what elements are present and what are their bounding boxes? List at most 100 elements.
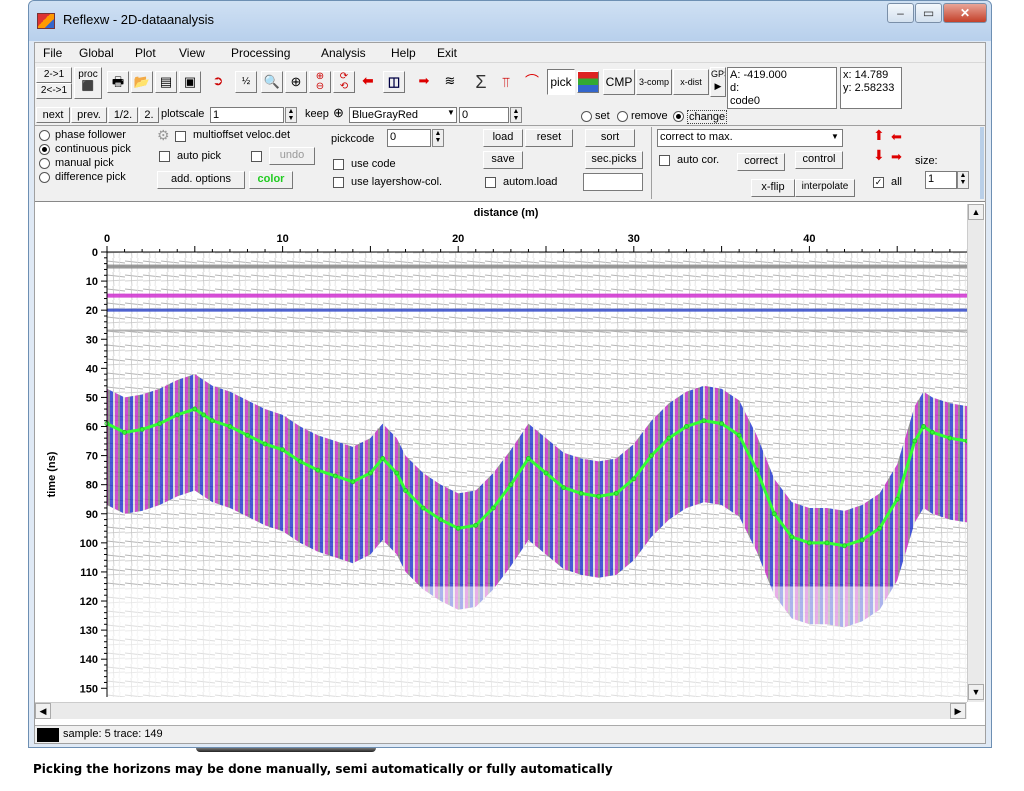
arrow-right-icon[interactable]: ➡	[413, 71, 435, 93]
auto-pick-checkbox[interactable]	[159, 151, 170, 162]
shift-left-icon[interactable]: ⬅	[891, 129, 902, 145]
set-radio[interactable]	[581, 111, 592, 122]
cmp-button[interactable]: CMP	[603, 69, 635, 95]
y-tick-label: 70	[86, 451, 98, 463]
shift-up-icon[interactable]: ⬆	[873, 127, 885, 144]
next-button[interactable]: next	[36, 107, 70, 123]
open-file-icon[interactable]: 📂	[131, 71, 153, 93]
remove-radio[interactable]	[617, 111, 628, 122]
difference-pick-radio[interactable]	[39, 172, 50, 183]
gps-button[interactable]: GPS ▶	[710, 67, 726, 97]
manual-pick-label: manual pick	[55, 157, 114, 169]
size-input[interactable]: 1	[925, 171, 957, 189]
layer-icon[interactable]	[577, 71, 599, 93]
menu-plot[interactable]: Plot	[135, 46, 156, 60]
use-layershow-checkbox[interactable]	[333, 177, 344, 188]
prev-button[interactable]: prev.	[71, 107, 107, 123]
control-button[interactable]: control	[795, 151, 843, 169]
chevron-down-icon[interactable]: ▼	[447, 108, 455, 117]
menu-analysis[interactable]: Analysis	[321, 46, 366, 60]
shift-right-icon[interactable]: ➡	[891, 149, 902, 165]
gps-label: GPS	[711, 69, 725, 79]
interpolate-button[interactable]: interpolate	[795, 179, 855, 197]
vertical-scrollbar[interactable]: ▲ ▼	[967, 204, 984, 702]
stop-icon[interactable]: ◫	[383, 71, 405, 93]
multioffset-checkbox[interactable]	[175, 131, 186, 142]
scroll-right-icon[interactable]: ▶	[950, 703, 966, 719]
maximize-button[interactable]: ▭	[915, 3, 942, 23]
color-value-spinner[interactable]: ▲ ▼	[510, 107, 522, 123]
sec-picks-button[interactable]: sec.picks	[585, 151, 643, 169]
shift-down-icon[interactable]: ⬇	[873, 147, 885, 164]
correct-mode-chevron-icon[interactable]: ▼	[831, 132, 839, 141]
scroll-down-icon[interactable]: ▼	[968, 684, 984, 700]
gear-icon[interactable]: ⚙	[157, 127, 170, 144]
half-scale-icon[interactable]: ½	[235, 71, 257, 93]
radargram-chart[interactable]: 0102030405001020304050607080901001101201…	[35, 202, 967, 702]
arrow-left-icon[interactable]: ⬅	[357, 71, 379, 93]
color-value-input[interactable]: 0	[459, 107, 509, 123]
trace-order-up-button[interactable]: 2->1	[36, 67, 72, 83]
auto-cor-checkbox[interactable]	[659, 155, 670, 166]
copy-plot-icon[interactable]: ▤	[155, 71, 177, 93]
change-radio[interactable]	[673, 111, 684, 122]
zoom-icon[interactable]: 🔍	[261, 71, 283, 93]
add-options-button[interactable]: add. options	[157, 171, 245, 189]
menu-global[interactable]: Global	[79, 46, 114, 60]
close-button[interactable]: ✕	[943, 3, 987, 23]
pickcode-input[interactable]: 0	[387, 129, 431, 147]
double-button[interactable]: 2.	[139, 107, 159, 123]
x-flip-button[interactable]: x-flip	[751, 179, 795, 197]
sum-icon[interactable]: Σ	[467, 65, 495, 99]
sort-button[interactable]: sort	[585, 129, 635, 147]
correct-mode-select[interactable]: correct to max.	[657, 129, 843, 147]
colorscheme-select[interactable]: BlueGrayRed	[349, 107, 457, 123]
autom-load-checkbox[interactable]	[485, 177, 496, 188]
radargram-plot[interactable]: 0102030405001020304050607080901001101201…	[35, 201, 985, 725]
correct-button[interactable]: correct	[737, 153, 785, 171]
manual-pick-radio[interactable]	[39, 158, 50, 169]
color-button[interactable]: color	[249, 171, 293, 189]
keep-zoom-icon[interactable]: ⊕	[333, 105, 344, 121]
all-checkbox[interactable]: ✓	[873, 177, 884, 188]
menu-file[interactable]: File	[43, 46, 62, 60]
menu-exit[interactable]: Exit	[437, 46, 457, 60]
save-button[interactable]: save	[483, 151, 523, 169]
undo-checkbox[interactable]	[251, 151, 262, 162]
load-button[interactable]: load	[483, 129, 523, 147]
x-dist-button[interactable]: x-dist	[673, 69, 709, 95]
window-view-icon[interactable]: ▣	[179, 71, 201, 93]
autom-load-field[interactable]	[583, 173, 643, 191]
continuous-pick-radio[interactable]	[39, 144, 50, 155]
half-button[interactable]: 1/2.	[108, 107, 138, 123]
pick-button[interactable]: pick	[547, 69, 575, 95]
phase-follower-radio[interactable]	[39, 130, 50, 141]
reset-button[interactable]: reset	[525, 129, 573, 147]
wiggle-icon[interactable]: ➲	[207, 71, 229, 93]
plotscale-input[interactable]: 1	[210, 107, 284, 123]
velocity-icon[interactable]: ⌒	[521, 71, 543, 93]
menu-view[interactable]: View	[179, 46, 205, 60]
wave-icon[interactable]: ≋	[439, 71, 461, 93]
zoom-in-icon[interactable]: ⊕	[285, 71, 307, 93]
print-icon[interactable]: 🖶	[107, 71, 129, 93]
three-comp-button[interactable]: 3-comp	[636, 69, 672, 95]
trace-order-swap-button[interactable]: 2<->1	[36, 83, 72, 99]
split-icon[interactable]: ⫪	[497, 65, 515, 99]
scroll-left-icon[interactable]: ◀	[35, 703, 51, 719]
y-tick-label: 120	[80, 596, 98, 608]
rotate-icon[interactable]: ⟳ ⟲	[333, 71, 355, 93]
plotscale-spinner[interactable]: ▲ ▼	[285, 107, 297, 123]
undo-button[interactable]: undo	[269, 147, 315, 165]
scroll-up-icon[interactable]: ▲	[968, 204, 984, 220]
proc-button[interactable]: proc ⬛	[74, 67, 102, 99]
zoom-plus-minus-icon[interactable]: ⊕ ⊖	[309, 71, 331, 93]
pickcode-spinner[interactable]: ▲ ▼	[432, 129, 444, 147]
toolbar-divider	[35, 125, 985, 126]
menu-help[interactable]: Help	[391, 46, 416, 60]
minimize-button[interactable]: ‒	[887, 3, 914, 23]
horizontal-scrollbar[interactable]: ◀ ▶	[35, 702, 967, 719]
size-spinner[interactable]: ▲ ▼	[957, 171, 969, 189]
menu-processing[interactable]: Processing	[231, 46, 290, 60]
use-code-checkbox[interactable]	[333, 159, 344, 170]
